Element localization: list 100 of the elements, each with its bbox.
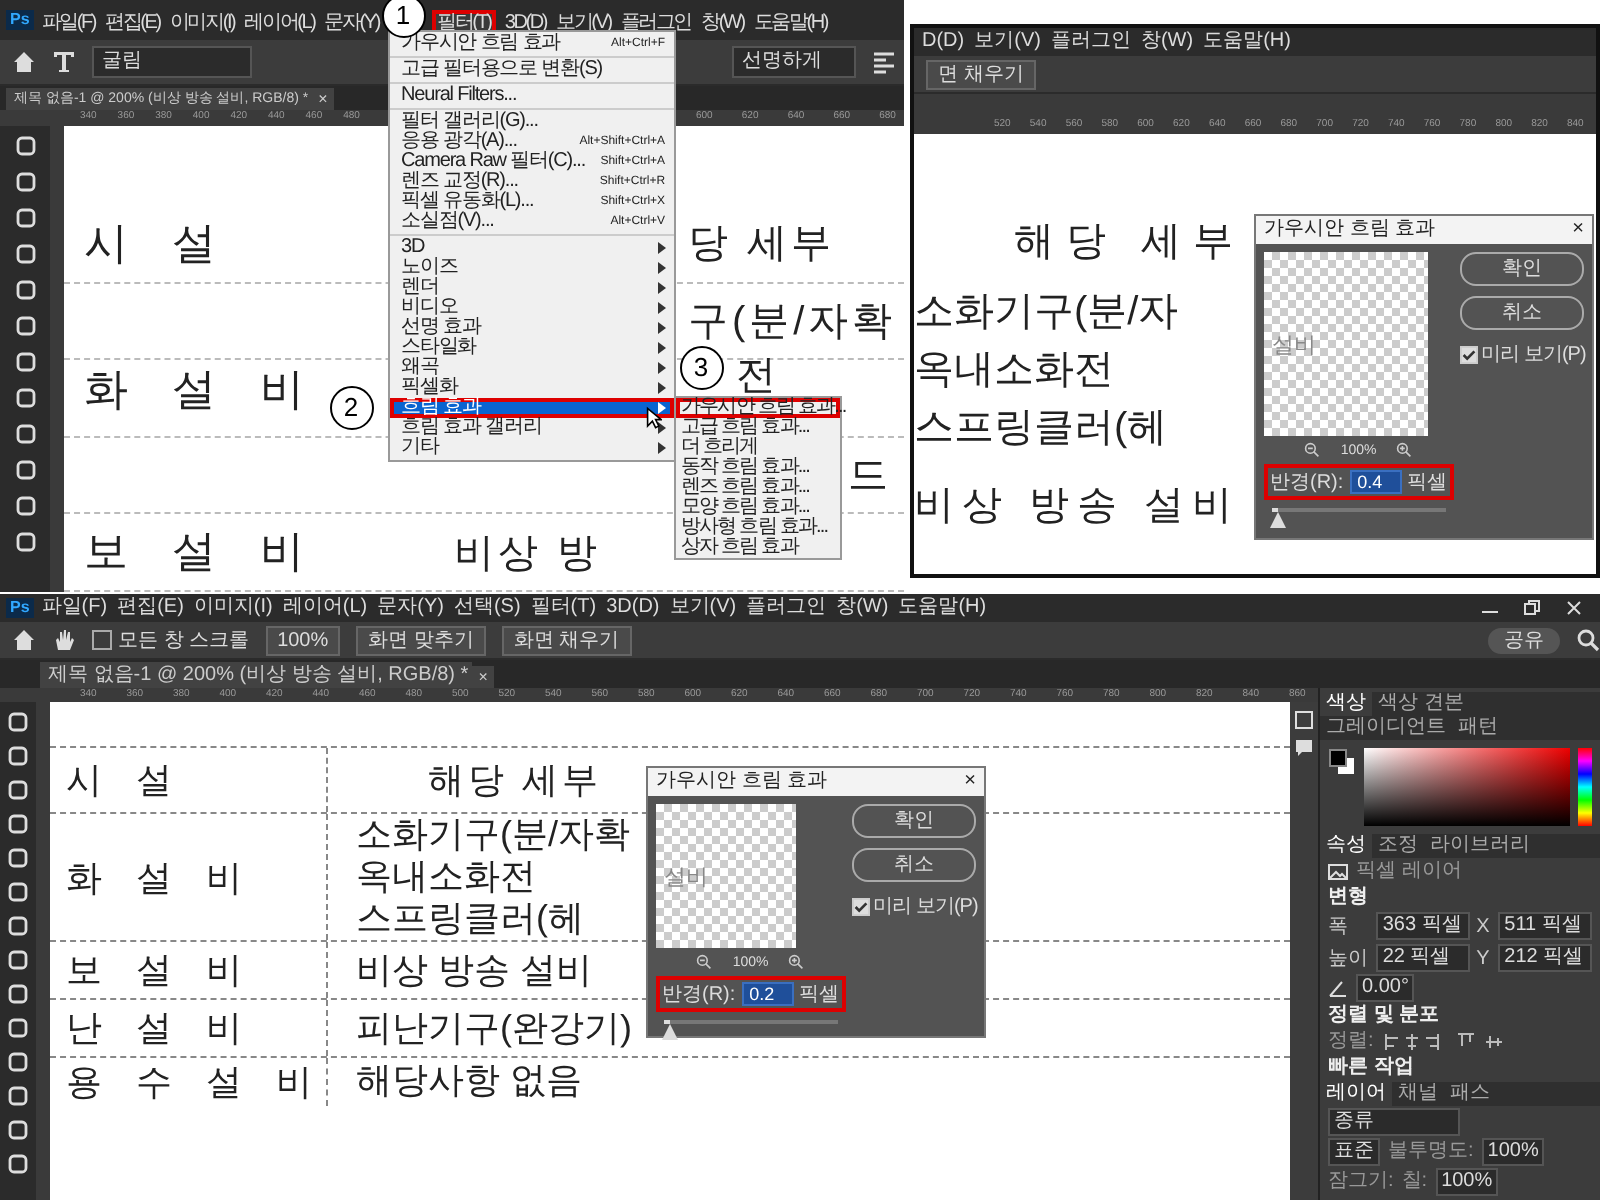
align-left-icon[interactable] xyxy=(872,50,896,74)
color-swatch-icon[interactable] xyxy=(1328,748,1356,776)
fill-screen-button[interactable]: 면 채우기 xyxy=(926,59,1036,89)
document-tab[interactable]: 제목 없음-1 @ 200% (비상 방송 설비, RGB/8) * xyxy=(40,662,473,688)
menu-item[interactable]: 도움말(H) xyxy=(751,12,830,36)
panel-tab[interactable]: 패스 xyxy=(1444,1082,1496,1106)
panel-tab[interactable]: 그레이디언트 xyxy=(1320,716,1452,740)
menu-item[interactable]: 문자(Y) xyxy=(322,12,382,36)
menu-item[interactable]: 더 흐리게 xyxy=(675,438,840,458)
menu-item[interactable]: 상자 흐림 효과 xyxy=(675,538,840,558)
home-icon[interactable] xyxy=(12,50,36,74)
home-icon[interactable] xyxy=(12,628,36,652)
menu-item[interactable]: 플러그인 xyxy=(1048,30,1133,54)
menu-item[interactable]: 필터 갤러리(G)... xyxy=(389,112,674,132)
menu-item[interactable]: 고급 흐림 효과... xyxy=(675,418,840,438)
fill-screen-button[interactable]: 화면 채우기 xyxy=(501,625,632,655)
menu-item[interactable]: 보기(V) xyxy=(554,12,613,36)
menu-item[interactable]: 선택(S) xyxy=(451,596,523,620)
font-field[interactable]: 굴림 xyxy=(92,46,252,78)
kind-filter-dropdown[interactable]: 종류 xyxy=(1328,1108,1460,1136)
panel-tab[interactable]: 레이어 xyxy=(1320,1082,1392,1106)
panel-tab[interactable]: 조정 xyxy=(1372,834,1424,858)
menu-item[interactable]: 스타일화 xyxy=(389,338,674,358)
opacity-field[interactable]: 100% xyxy=(1481,1138,1545,1166)
hand-icon[interactable] xyxy=(52,628,76,652)
menu-item[interactable]: 렌더 xyxy=(389,278,674,298)
menu-item[interactable]: 고급 필터용으로 변환(S) xyxy=(389,60,674,80)
menu-item[interactable]: 동작 흐림 효과... xyxy=(675,458,840,478)
menu-item[interactable]: 흐림 효과 xyxy=(389,398,674,418)
menu-item[interactable]: Neural Filters... xyxy=(389,86,674,106)
zoom-button[interactable]: 100% xyxy=(265,625,341,655)
input-field[interactable]: 363 픽셀 xyxy=(1376,912,1471,940)
section-title[interactable]: 빠른 작업 xyxy=(1328,1056,1414,1080)
section-title[interactable]: 변형 xyxy=(1328,886,1368,910)
menu-item[interactable]: 파일(F) xyxy=(39,596,110,620)
history-icon[interactable] xyxy=(1294,710,1314,730)
share-button[interactable]: 공유 xyxy=(1488,627,1560,653)
comment-icon[interactable] xyxy=(1294,738,1314,758)
menu-item[interactable]: 편집(E) xyxy=(103,12,162,36)
text-tool-icon[interactable] xyxy=(52,50,76,74)
menu-item[interactable]: 방사형 흐림 효과... xyxy=(675,518,840,538)
close-icon[interactable]: × xyxy=(1572,216,1584,244)
menu-item[interactable]: 창(W) xyxy=(834,596,891,620)
cancel-button[interactable]: 취소 xyxy=(1459,296,1584,330)
menu-item[interactable]: 도움말(H) xyxy=(1201,30,1293,54)
input-field[interactable]: 22 픽셀 xyxy=(1376,944,1471,972)
menu-item[interactable]: 파일(F) xyxy=(39,12,98,36)
menu-item[interactable]: 레이어(L) xyxy=(242,12,317,36)
search-icon[interactable] xyxy=(1576,628,1600,652)
zoom-in-icon[interactable] xyxy=(1396,442,1413,458)
fit-screen-button[interactable]: 화면 맞추기 xyxy=(356,625,486,655)
menu-item[interactable]: 플러그인 xyxy=(618,12,694,36)
menu-item[interactable]: 레이어(L) xyxy=(280,596,370,620)
panel-tab[interactable]: 속성 xyxy=(1320,834,1372,858)
color-spectrum-bar[interactable] xyxy=(1578,748,1592,826)
menu-item[interactable]: 플러그인 xyxy=(744,596,829,620)
menu-item[interactable]: 편집(E) xyxy=(115,596,186,620)
fill-field[interactable]: 100% xyxy=(1435,1168,1499,1196)
antialias-dropdown[interactable]: 선명하게 xyxy=(732,46,856,78)
input-field[interactable]: 0.00° xyxy=(1356,974,1415,1002)
menu-item[interactable]: 문자(Y) xyxy=(375,596,446,620)
checkbox[interactable] xyxy=(851,897,870,915)
restore-icon[interactable] xyxy=(1522,598,1542,618)
menu-item[interactable]: 3D(D) xyxy=(604,596,662,620)
close-icon[interactable]: × xyxy=(312,88,334,110)
checkbox[interactable] xyxy=(92,630,112,650)
panel-tab[interactable]: 색상 견본 xyxy=(1372,692,1470,716)
panel-tab[interactable]: 색상 xyxy=(1320,692,1372,716)
menu-item[interactable]: 보기(V) xyxy=(667,596,739,620)
menu-item[interactable]: 창(W) xyxy=(699,12,746,36)
checkbox[interactable] xyxy=(1459,345,1478,363)
blend-mode-dropdown[interactable]: 표준 xyxy=(1328,1138,1380,1166)
close-icon[interactable] xyxy=(1564,598,1584,618)
zoom-out-icon[interactable] xyxy=(696,954,713,970)
align-icons-drawing[interactable] xyxy=(1381,1032,1502,1052)
radius-field[interactable]: 0.4 xyxy=(1349,470,1402,494)
zoom-out-icon[interactable] xyxy=(1304,442,1321,458)
menu-item[interactable]: 기타 xyxy=(389,438,674,458)
menu-item[interactable]: 흐림 효과 갤러리 xyxy=(389,418,674,438)
menu-item[interactable]: 렌즈 흐림 효과... xyxy=(675,478,840,498)
menu-item[interactable]: 픽셀화 xyxy=(389,378,674,398)
menu-item[interactable]: D(D) xyxy=(920,30,967,54)
menu-item[interactable]: 비디오 xyxy=(389,298,674,318)
input-field[interactable]: 511 픽셀 xyxy=(1498,912,1592,940)
close-icon[interactable]: × xyxy=(472,666,494,688)
menu-item[interactable]: 창(W) xyxy=(1138,30,1196,54)
ok-button[interactable]: 확인 xyxy=(1459,252,1584,286)
radius-field[interactable]: 0.2 xyxy=(741,982,794,1006)
panel-tab[interactable]: 패턴 xyxy=(1452,716,1504,740)
menu-item[interactable]: 도움말(H) xyxy=(896,596,989,620)
panel-tab[interactable]: 라이브러리 xyxy=(1424,834,1536,858)
color-picker[interactable] xyxy=(1364,748,1570,826)
close-icon[interactable]: × xyxy=(964,768,976,796)
menu-item[interactable]: 노이즈 xyxy=(389,258,674,278)
menu-item[interactable]: 왜곡 xyxy=(389,358,674,378)
menu-item[interactable]: 이미지(I) xyxy=(191,596,275,620)
cancel-button[interactable]: 취소 xyxy=(851,848,976,882)
panel-tab[interactable]: 채널 xyxy=(1392,1082,1444,1106)
menu-item[interactable]: 3D(D) xyxy=(502,12,548,36)
input-field[interactable]: 212 픽셀 xyxy=(1498,944,1592,972)
